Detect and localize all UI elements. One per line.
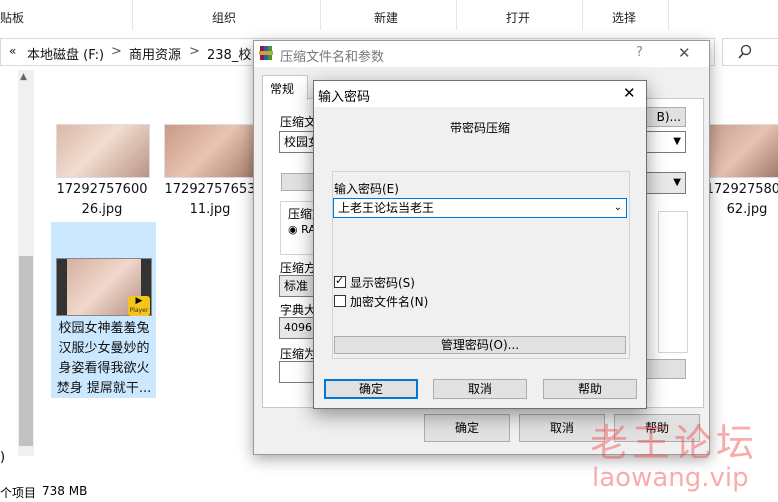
breadcrumb-folder[interactable]: 商用资源 [129, 44, 181, 63]
file-name-line: 26.jpg [81, 202, 123, 217]
scroll-up-icon[interactable]: ▲ [20, 72, 27, 82]
file-name[interactable]: 1729275806 62.jpg [702, 180, 778, 220]
archive-ok-button[interactable]: 确定 [424, 414, 510, 442]
chevron-down-icon[interactable]: ⌄ [614, 199, 622, 217]
file-name-line: 1729275806 [705, 182, 778, 197]
update-mode-dropdown[interactable]: ▼ [646, 172, 686, 194]
breadcrumb-separator: > [111, 44, 122, 59]
radio-selected-icon: ◉ [288, 223, 298, 236]
file-name-line: 17292757653 [164, 182, 256, 197]
encrypt-filenames-label: 加密文件名(N) [350, 295, 429, 309]
password-label: 输入密码(E) [334, 182, 399, 196]
show-password-checkbox[interactable]: ✓ [334, 274, 346, 288]
chevron-down-icon: ▼ [673, 177, 681, 188]
close-icon[interactable]: ✕ [678, 44, 691, 62]
watermark-url: laowang.vip [592, 463, 749, 493]
play-icon: ▶ [135, 296, 143, 306]
collapse-crumbs-icon[interactable]: « [9, 44, 16, 58]
file-thumbnail[interactable] [56, 124, 150, 178]
password-cancel-button[interactable]: 取消 [433, 379, 527, 399]
show-password-label: 显示密码(S) [350, 276, 415, 290]
file-name-line: 校园女神羞羞兔 [58, 321, 150, 336]
dialog-title: 输入密码 [318, 90, 371, 105]
ribbon-separator [582, 0, 583, 30]
file-name[interactable]: 17292757600 26.jpg [50, 180, 154, 220]
ribbon-separator [456, 0, 457, 30]
file-name-line: 汉服少女曼妙的 [58, 341, 150, 356]
watermark-logo: 老王论坛 [590, 421, 759, 465]
ribbon-group-clipboard[interactable]: 贴板 [0, 9, 24, 26]
ribbon-group-open[interactable]: 打开 [506, 9, 530, 26]
password-dialog: 输入密码 ✕ 带密码压缩 输入密码(E) 上老王论坛当老王 ⌄ ✓ 显示密码(S… [313, 80, 647, 409]
nav-scrollbar-thumb[interactable] [19, 256, 33, 446]
dialog-heading: 带密码压缩 [449, 121, 510, 135]
file-thumbnail[interactable] [164, 124, 254, 178]
player-badge-label: Player [129, 307, 149, 314]
split-label: 压缩为 [280, 347, 317, 361]
dictionary-label: 字典大 [280, 303, 317, 317]
format-radio-rar[interactable]: ◉ RA [288, 223, 316, 236]
search-box[interactable] [722, 38, 778, 66]
file-name-line: 62.jpg [726, 202, 768, 217]
file-name-line: 17292757600 [56, 182, 148, 197]
dialog-title: 压缩文件名和参数 [280, 50, 385, 65]
breadcrumb-subfolder[interactable]: 238_校 [207, 44, 251, 63]
method-label: 压缩方 [280, 261, 317, 275]
file-name-line: 身姿看得我欲火 [58, 361, 150, 376]
profile-dropdown[interactable]: ▼ [646, 131, 686, 153]
file-thumbnail[interactable] [708, 124, 778, 178]
set-password-button[interactable] [646, 359, 686, 379]
nav-item-fragment: ) [0, 450, 6, 465]
dialog-titlebar: 压缩文件名和参数 ? ✕ [254, 41, 709, 67]
archive-name-label: 压缩文 [280, 115, 317, 129]
close-icon[interactable]: ✕ [623, 84, 636, 102]
dialog-titlebar: 输入密码 ✕ [314, 81, 646, 107]
ribbon-group-new[interactable]: 新建 [374, 9, 398, 26]
password-value: 上老王论坛当老王 [338, 201, 435, 215]
breadcrumb-separator: > [189, 44, 200, 59]
checkmark-icon: ✓ [335, 274, 345, 287]
file-name[interactable]: 17292757653 11.jpg [160, 180, 260, 220]
password-ok-button[interactable]: 确定 [324, 379, 418, 399]
ribbon-separator [132, 0, 133, 30]
password-help-button[interactable]: 帮助 [543, 379, 637, 399]
status-size: 738 MB [42, 484, 88, 498]
help-icon[interactable]: ? [636, 45, 643, 60]
password-input[interactable]: 上老王论坛当老王 ⌄ [333, 198, 627, 218]
ribbon-separator [320, 0, 321, 30]
options-groupbox [658, 211, 688, 353]
video-file-name[interactable]: 校园女神羞羞兔 汉服少女曼妙的 身姿看得我欲火 焚身 提屌就干... [52, 319, 156, 399]
search-icon [738, 44, 752, 59]
status-item-count: 个项目 [0, 486, 37, 500]
manage-passwords-button[interactable]: 管理密码(O)... [334, 336, 626, 354]
ribbon-group-organize[interactable]: 组织 [212, 9, 236, 26]
file-name-line: 11.jpg [189, 202, 231, 217]
breadcrumb-drive[interactable]: 本地磁盘 (F:) [27, 44, 104, 63]
encrypt-filenames-checkbox[interactable] [334, 295, 346, 307]
chevron-down-icon: ▼ [673, 136, 681, 147]
tab-general[interactable]: 常规 [262, 75, 308, 100]
ribbon: 贴板 组织 新建 打开 选择 [0, 0, 778, 36]
file-name-line: 焚身 提屌就干... [56, 381, 152, 396]
tab-label: 常规 [270, 82, 295, 96]
winrar-icon [259, 46, 273, 60]
ribbon-separator [668, 0, 669, 30]
ribbon-group-select[interactable]: 选择 [612, 9, 636, 26]
player-badge: ▶ Player [128, 296, 150, 316]
